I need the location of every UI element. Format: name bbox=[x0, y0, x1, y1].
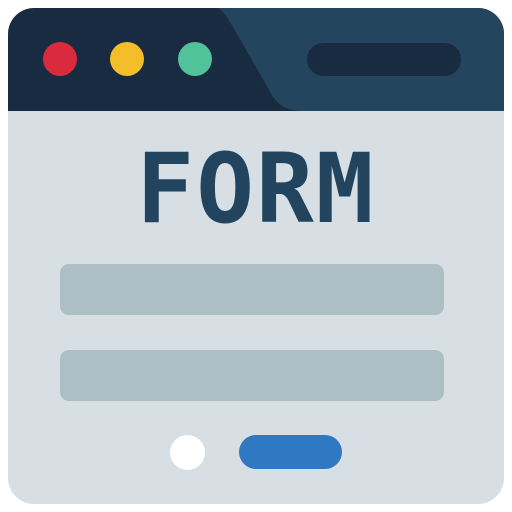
title-bar bbox=[8, 8, 504, 111]
address-bar[interactable] bbox=[307, 43, 461, 76]
close-window-icon[interactable] bbox=[43, 42, 77, 76]
form-input-field-2[interactable] bbox=[60, 350, 444, 401]
form-input-field-1[interactable] bbox=[60, 264, 444, 315]
browser-window: FORM bbox=[8, 8, 504, 504]
form-title: FORM bbox=[136, 133, 376, 245]
submit-button[interactable] bbox=[239, 435, 342, 469]
minimize-window-icon[interactable] bbox=[110, 42, 144, 76]
radio-button-icon[interactable] bbox=[170, 435, 205, 470]
maximize-window-icon[interactable] bbox=[178, 42, 212, 76]
